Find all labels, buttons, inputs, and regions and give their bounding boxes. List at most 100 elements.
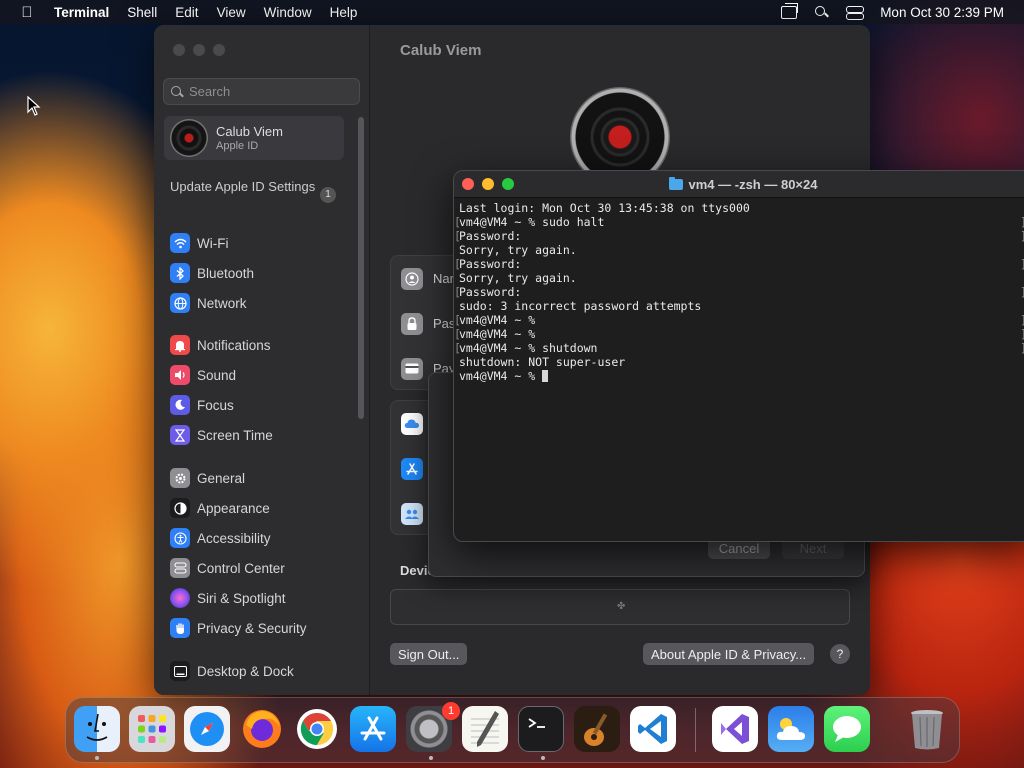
sidebar-group-system: General Appearance Accessibility Control…	[170, 463, 350, 643]
sidebar-item-label: Privacy & Security	[197, 620, 307, 636]
terminal-icon[interactable]	[518, 706, 564, 752]
trash-icon[interactable]	[904, 706, 950, 752]
sidebar-item-siri-spotlight[interactable]: Siri & Spotlight	[170, 583, 350, 613]
sidebar-item-privacy-security[interactable]: Privacy & Security	[170, 613, 350, 643]
messages-icon[interactable]	[824, 706, 870, 752]
terminal-window[interactable]: vm4 — -zsh — 80×24 Last login: Mon Oct 3…	[453, 170, 1024, 542]
icloud-icon	[401, 412, 423, 435]
launchpad-icon[interactable]	[129, 706, 175, 752]
terminal-output[interactable]: Last login: Mon Oct 30 13:45:38 on ttys0…	[454, 198, 1024, 386]
menu-view[interactable]: View	[208, 5, 255, 20]
terminal-line: vm4@VM4 ~ %	[454, 313, 1024, 327]
sidebar-item-label: Sound	[197, 367, 237, 383]
dock-separator	[695, 708, 696, 752]
siri-icon	[170, 588, 190, 608]
sidebar-item-label: Focus	[197, 397, 234, 413]
search-icon	[171, 85, 183, 98]
app-store-icon	[401, 457, 423, 480]
moon-icon	[170, 395, 190, 415]
sidebar-item-focus[interactable]: Focus	[170, 390, 350, 420]
sidebar-scrollbar[interactable]	[358, 117, 364, 419]
sidebar-item-accessibility[interactable]: Accessibility	[170, 523, 350, 553]
sidebar-item-sound[interactable]: Sound	[170, 360, 350, 390]
zoom-icon[interactable]	[502, 178, 514, 190]
visual-studio-icon[interactable]	[712, 706, 758, 752]
hand-icon	[170, 618, 190, 638]
menu-edit[interactable]: Edit	[166, 5, 207, 20]
dock-icon	[170, 661, 190, 681]
sidebar-item-network[interactable]: Network	[170, 288, 350, 318]
menu-app-terminal[interactable]: Terminal	[54, 5, 118, 20]
terminal-line: vm4@VM4 ~ % sudo halt	[454, 215, 1024, 229]
settings-sidebar: Calub Viem Apple ID Update Apple ID Sett…	[154, 25, 370, 695]
terminal-line: Sorry, try again.	[459, 243, 577, 257]
update-apple-id-settings[interactable]: Update Apple ID Settings	[170, 179, 340, 195]
sidebar-item-desktop-dock[interactable]: Desktop & Dock	[170, 656, 350, 686]
sidebar-item-wifi[interactable]: Wi-Fi	[170, 228, 350, 258]
spotlight-search-icon[interactable]	[815, 5, 828, 19]
terminal-prompt-line[interactable]: vm4@VM4 ~ %	[459, 369, 1024, 383]
minimize-icon[interactable]	[482, 178, 494, 190]
dock: 1	[65, 697, 960, 763]
sidebar-item-label: Accessibility	[197, 530, 271, 546]
sidebar-item-bluetooth[interactable]: Bluetooth	[170, 258, 350, 288]
sidebar-item-screen-time[interactable]: Screen Time	[170, 420, 350, 450]
about-apple-id-privacy-button[interactable]: About Apple ID & Privacy...	[643, 643, 815, 665]
menu-help[interactable]: Help	[321, 5, 367, 20]
safari-icon[interactable]	[184, 706, 230, 752]
app-store-icon[interactable]	[350, 706, 396, 752]
sidebar-item-appearance[interactable]: Appearance	[170, 493, 350, 523]
menu-clock[interactable]: Mon Oct 30 2:39 PM	[880, 5, 1004, 20]
menu-window[interactable]: Window	[255, 5, 321, 20]
speaker-icon	[170, 365, 190, 385]
person-icon	[401, 267, 423, 290]
devices-list: ✤	[390, 589, 850, 625]
sidebar-search[interactable]	[163, 78, 360, 105]
mouse-cursor-icon	[27, 96, 41, 116]
weather-icon[interactable]	[768, 706, 814, 752]
sidebar-item-label: Notifications	[197, 337, 271, 353]
sidebar-item-label: Screen Time	[197, 427, 273, 443]
folder-icon	[668, 176, 683, 190]
search-input[interactable]	[189, 84, 349, 99]
minimize-icon[interactable]	[193, 44, 205, 56]
help-button[interactable]: ?	[830, 644, 850, 664]
apple-id-account[interactable]: Calub Viem Apple ID	[164, 116, 344, 160]
text-cursor	[542, 370, 549, 382]
running-indicator	[541, 756, 545, 760]
garageband-icon[interactable]	[574, 706, 620, 752]
apple-menu-icon[interactable]: 	[0, 4, 54, 21]
accessibility-icon	[170, 528, 190, 548]
terminal-line: Password:	[454, 285, 1024, 299]
sidebar-item-label: Desktop & Dock	[197, 663, 294, 679]
window-controls-inactive[interactable]	[173, 44, 225, 56]
appearance-icon	[170, 498, 190, 518]
gear-icon	[170, 468, 190, 488]
page-title: Calub Viem	[400, 42, 482, 59]
terminal-titlebar[interactable]: vm4 — -zsh — 80×24	[454, 171, 1024, 198]
avatar	[170, 119, 208, 157]
vscode-icon[interactable]	[630, 706, 676, 752]
bell-icon	[170, 335, 190, 355]
sidebar-item-label: Siri & Spotlight	[197, 590, 286, 606]
zoom-icon[interactable]	[213, 44, 225, 56]
notification-badge: 1	[442, 702, 460, 720]
firefox-icon[interactable]	[239, 706, 285, 752]
finder-icon[interactable]	[74, 706, 120, 752]
sidebar-item-control-center[interactable]: Control Center	[170, 553, 350, 583]
terminal-title: vm4 — -zsh — 80×24	[668, 176, 817, 192]
chrome-icon[interactable]	[294, 706, 340, 752]
sidebar-item-notifications[interactable]: Notifications	[170, 330, 350, 360]
close-icon[interactable]	[173, 44, 185, 56]
control-center-icon[interactable]	[846, 5, 865, 20]
sign-out-button[interactable]: Sign Out...	[390, 643, 468, 665]
menu-shell[interactable]: Shell	[118, 5, 166, 20]
terminal-line: Password:	[454, 257, 1024, 271]
textedit-icon[interactable]	[462, 706, 508, 752]
sidebar-item-label: Bluetooth	[197, 265, 255, 281]
wifi-icon	[170, 233, 190, 253]
close-icon[interactable]	[462, 178, 474, 190]
sidebar-item-general[interactable]: General	[170, 463, 350, 493]
row-label: Nar	[433, 271, 454, 286]
screen-mirroring-icon[interactable]	[781, 2, 799, 19]
